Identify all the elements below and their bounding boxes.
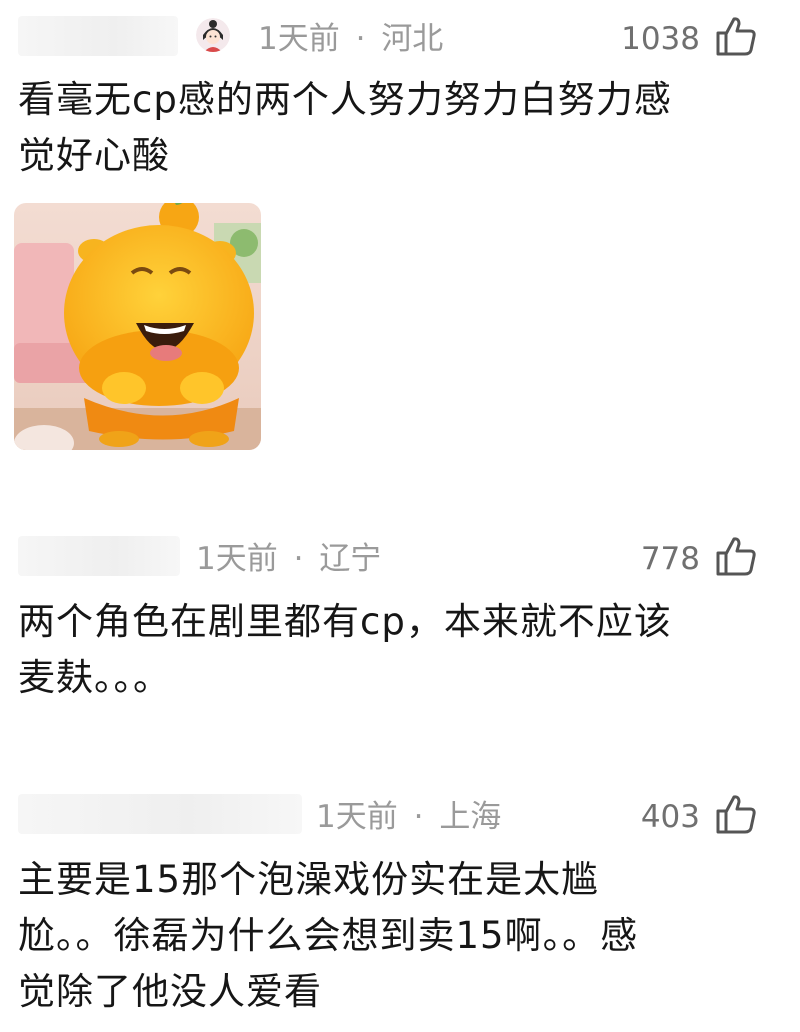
- laughing-orange-creature-sticker[interactable]: [14, 203, 261, 450]
- comment-meta-text: 1天前 · 河北: [258, 19, 443, 59]
- thumbs-up-icon[interactable]: [714, 14, 758, 58]
- comment-text-line: 看毫无cp感的两个人努力努力白努力感: [18, 78, 672, 121]
- comment-body: 看毫无cp感的两个人努力努力白努力感 觉好心酸: [18, 72, 758, 184]
- comment-1: 1天前 · 河北 1038 看毫无cp感的两个人努力努力白努力感 觉好心酸: [0, 0, 800, 500]
- comment-text-line: 觉好心酸: [18, 134, 170, 177]
- comment-text-line: 主要是15那个泡澡戏份实在是太尴: [18, 858, 600, 901]
- username-blurred[interactable]: [18, 16, 178, 56]
- comment-3: 1天前 · 上海 403 主要是15那个泡澡戏份实在是太尴 尬。。徐磊为什么会想…: [0, 778, 800, 1032]
- comment-location: 辽宁: [319, 541, 382, 577]
- meta-separator: ·: [355, 21, 366, 57]
- comment-time: 1天前: [316, 799, 398, 835]
- comment-time: 1天前: [196, 541, 278, 577]
- comment-location: 河北: [381, 21, 444, 57]
- username-blurred[interactable]: [18, 794, 302, 834]
- username-blurred[interactable]: [18, 536, 180, 576]
- comment-body: 两个角色在剧里都有cp，本来就不应该 麦麸。。。: [18, 594, 758, 706]
- like-count: 403: [640, 799, 700, 835]
- girl-avatar-icon[interactable]: [196, 18, 230, 52]
- comment-meta: 1天前 · 河北 1038: [0, 14, 800, 64]
- comment-time: 1天前: [258, 21, 340, 57]
- thumbs-up-icon[interactable]: [714, 534, 758, 578]
- comment-meta: 1天前 · 辽宁 778: [0, 534, 800, 584]
- comment-meta: 1天前 · 上海 403: [0, 792, 800, 842]
- comment-location: 上海: [439, 799, 502, 835]
- comment-body: 主要是15那个泡澡戏份实在是太尴 尬。。徐磊为什么会想到卖15啊。。感 觉除了他…: [18, 852, 758, 1020]
- comment-text-line: 尬。。徐磊为什么会想到卖15啊。。感: [18, 914, 639, 957]
- meta-separator: ·: [293, 541, 304, 577]
- comment-text-line: 麦麸。。。: [18, 656, 171, 699]
- comment-2: 1天前 · 辽宁 778 两个角色在剧里都有cp，本来就不应该 麦麸。。。: [0, 520, 800, 760]
- like-count: 778: [640, 541, 700, 577]
- comment-text-line: 两个角色在剧里都有cp，本来就不应该: [18, 600, 672, 643]
- thumbs-up-icon[interactable]: [714, 792, 758, 836]
- comment-meta-text: 1天前 · 辽宁: [196, 539, 381, 579]
- meta-separator: ·: [413, 799, 424, 835]
- like-count: 1038: [621, 21, 700, 57]
- comment-text-line: 觉除了他没人爱看: [18, 970, 322, 1013]
- comment-meta-text: 1天前 · 上海: [316, 797, 501, 837]
